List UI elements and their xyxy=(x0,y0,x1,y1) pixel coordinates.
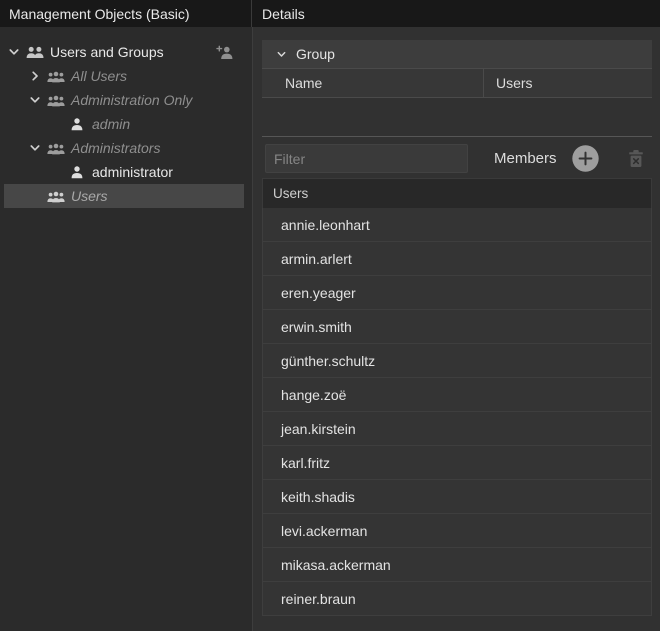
tree-item[interactable]: Administration Only xyxy=(4,88,244,112)
member-name: eren.yeager xyxy=(281,285,356,301)
member-name: günther.schultz xyxy=(281,353,375,369)
details-panel: Group Name Users Members xyxy=(253,27,660,631)
tree-item-label: Administration Only xyxy=(71,92,192,108)
users-group-icon xyxy=(47,70,65,83)
member-row[interactable]: annie.leonhart xyxy=(263,208,651,242)
tree-item-label: Administrators xyxy=(71,140,160,156)
tree-item[interactable]: Administrators xyxy=(4,136,244,160)
group-section-title: Group xyxy=(296,46,335,62)
plus-circle-icon xyxy=(571,144,600,173)
header-bar: Management Objects (Basic) Details xyxy=(0,0,660,27)
member-name: karl.fritz xyxy=(281,455,330,471)
member-row[interactable]: keith.shadis xyxy=(263,480,651,514)
user-icon xyxy=(70,165,84,179)
member-row[interactable]: erwin.smith xyxy=(263,310,651,344)
chevron-right-icon[interactable] xyxy=(29,70,41,82)
tree-item-label: Users and Groups xyxy=(50,44,164,60)
section-divider xyxy=(262,136,652,137)
filter-input[interactable] xyxy=(265,144,468,173)
member-row[interactable]: levi.ackerman xyxy=(263,514,651,548)
group-table-body-empty xyxy=(262,98,652,136)
tree-item[interactable]: All Users xyxy=(4,64,244,88)
tree-panel-title: Management Objects (Basic) xyxy=(0,0,252,27)
user-icon xyxy=(70,117,84,131)
members-toolbar: Members xyxy=(262,142,652,175)
trash-icon xyxy=(626,148,646,169)
members-title: Members xyxy=(494,150,557,167)
group-table-header: Name Users xyxy=(262,68,652,98)
users-group-icon xyxy=(47,190,65,203)
object-tree-panel: Users and Groups xyxy=(0,27,253,631)
tree-item-label: Users xyxy=(71,188,108,204)
chevron-down-icon[interactable] xyxy=(29,142,41,154)
users-pair-icon xyxy=(26,45,44,59)
member-row[interactable]: eren.yeager xyxy=(263,276,651,310)
management-console-window: Management Objects (Basic) Details xyxy=(0,0,660,631)
members-column-header[interactable]: Users xyxy=(262,178,652,208)
group-section-header[interactable]: Group xyxy=(262,40,652,68)
member-row[interactable]: reiner.braun xyxy=(263,582,651,616)
chevron-down-icon[interactable] xyxy=(8,46,20,58)
member-name: reiner.braun xyxy=(281,591,356,607)
column-header-name[interactable]: Name xyxy=(262,69,483,97)
tree-item-label: admin xyxy=(92,116,130,132)
add-user-icon[interactable] xyxy=(216,45,233,60)
member-row[interactable]: armin.arlert xyxy=(263,242,651,276)
member-name: erwin.smith xyxy=(281,319,352,335)
tree-item[interactable]: Users and Groups xyxy=(4,40,244,64)
tree-item-label: administrator xyxy=(92,164,173,180)
delete-member-button[interactable] xyxy=(626,148,646,169)
member-row[interactable]: jean.kirstein xyxy=(263,412,651,446)
chevron-down-icon xyxy=(276,49,296,60)
member-row[interactable]: karl.fritz xyxy=(263,446,651,480)
tree-item[interactable]: administrator xyxy=(4,160,244,184)
member-name: levi.ackerman xyxy=(281,523,367,539)
tree-item[interactable]: Users xyxy=(4,184,244,208)
column-header-users[interactable]: Users xyxy=(483,69,652,97)
add-member-button[interactable] xyxy=(571,144,600,173)
chevron-down-icon[interactable] xyxy=(29,94,41,106)
member-name: hange.zoë xyxy=(281,387,346,403)
users-group-icon xyxy=(47,142,65,155)
member-name: jean.kirstein xyxy=(281,421,356,437)
details-panel-title: Details xyxy=(252,0,660,27)
member-row[interactable]: hange.zoë xyxy=(263,378,651,412)
member-row[interactable]: günther.schultz xyxy=(263,344,651,378)
member-row[interactable]: mikasa.ackerman xyxy=(263,548,651,582)
member-name: mikasa.ackerman xyxy=(281,557,391,573)
tree-item-label: All Users xyxy=(71,68,127,84)
member-name: armin.arlert xyxy=(281,251,352,267)
member-name: annie.leonhart xyxy=(281,217,370,233)
tree-item[interactable]: admin xyxy=(4,112,244,136)
member-name: keith.shadis xyxy=(281,489,355,505)
users-group-icon xyxy=(47,94,65,107)
